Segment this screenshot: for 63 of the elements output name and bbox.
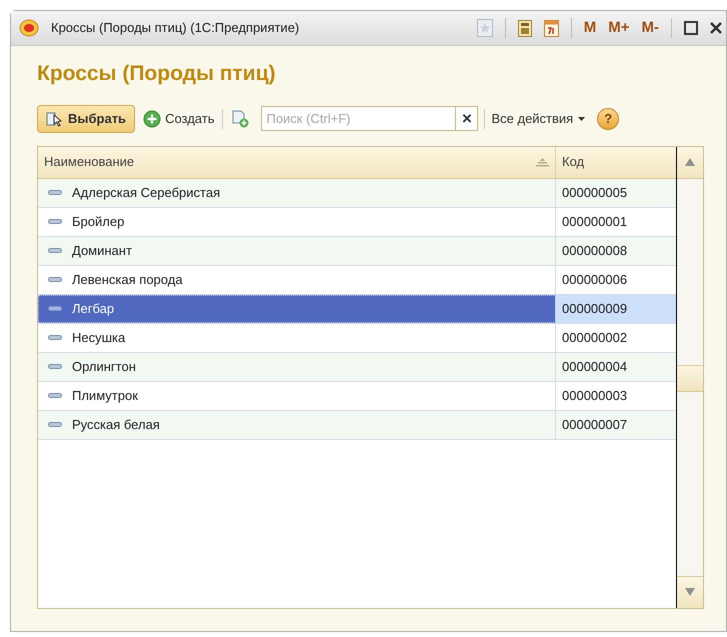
caret-icon [578, 116, 586, 120]
close-icon[interactable] [710, 22, 722, 34]
scroll-down-icon[interactable] [685, 588, 695, 596]
table-row[interactable]: Легбар 000000009 [38, 294, 676, 324]
name-cell-text: Бройлер [72, 212, 124, 231]
plus-icon [143, 110, 162, 128]
table-row[interactable]: Орлингтон 000000004 [38, 352, 676, 382]
all-actions-menu[interactable]: Все действия [491, 108, 586, 128]
name-cell-text: Левенская порода [72, 270, 183, 289]
calendar-icon[interactable] [544, 20, 559, 36]
calculator-icon[interactable] [518, 20, 532, 36]
name-cell-text: Орлингтон [72, 358, 136, 376]
code-cell-text: 000000001 [562, 212, 628, 231]
logo-icon [19, 19, 39, 37]
sort-icon [536, 158, 549, 166]
scroll-thumb[interactable] [677, 364, 703, 392]
element-icon [48, 306, 62, 311]
column-header[interactable]: Наименование [38, 146, 556, 178]
scroll-up-icon[interactable] [685, 158, 695, 166]
code-cell-text: 000000008 [562, 242, 628, 260]
element-icon [48, 393, 62, 398]
name-cell-text: Легбар [72, 300, 114, 318]
code-cell-text: 000000002 [562, 328, 628, 347]
code-cell-text: 000000003 [562, 386, 628, 405]
name-cell-text: Доминант [72, 242, 132, 260]
table-row[interactable]: Бройлер 000000001 [38, 208, 676, 236]
cursor-icon [46, 110, 64, 126]
element-icon [48, 219, 62, 224]
scrollbar[interactable] [676, 146, 703, 608]
element-icon [48, 248, 62, 253]
table-row[interactable]: Левенская порода 000000006 [38, 266, 676, 294]
column-header[interactable]: Код [556, 146, 676, 178]
memory-button[interactable]: M- [642, 16, 659, 40]
help-button[interactable]: ? [597, 108, 620, 130]
memory-button[interactable]: M+ [608, 16, 630, 40]
window-title: Кроссы (Породы птиц) (1С:Предприятие) [51, 19, 300, 38]
select-button[interactable]: Выбрать [37, 104, 136, 132]
create-button[interactable]: Создать [143, 104, 214, 132]
maximize-icon[interactable] [684, 21, 698, 35]
element-icon [48, 364, 62, 369]
element-icon [48, 190, 62, 195]
code-cell-text: 000000005 [562, 184, 628, 202]
table-row[interactable]: Доминант 000000008 [38, 236, 676, 266]
name-cell-text: Несушка [72, 328, 126, 347]
search-field[interactable]: Поиск (Ctrl+F) × [261, 106, 478, 131]
name-cell-text: Плимутрок [72, 386, 138, 405]
memory-button[interactable]: M [584, 16, 596, 40]
element-icon [48, 277, 62, 282]
name-cell-text: Адлерская Серебристая [72, 184, 220, 202]
code-cell-text: 000000007 [562, 416, 628, 434]
table-row[interactable]: Адлерская Серебристая 000000005 [38, 178, 676, 208]
table-row[interactable]: Русская белая 000000007 [38, 410, 676, 440]
clear-button[interactable]: × [455, 107, 478, 130]
element-icon [48, 335, 62, 340]
code-cell-text: 000000006 [562, 270, 628, 289]
name-cell-text: Русская белая [72, 416, 160, 434]
element-icon [48, 422, 62, 427]
table-row[interactable]: Несушка 000000002 [38, 324, 676, 352]
table-row[interactable]: Плимутрок 000000003 [38, 382, 676, 410]
copy-document-icon[interactable] [231, 110, 250, 128]
form-heading: Кроссы (Породы птиц) [37, 61, 276, 87]
code-cell-text: 000000009 [562, 300, 628, 318]
code-cell-text: 000000004 [562, 358, 628, 376]
